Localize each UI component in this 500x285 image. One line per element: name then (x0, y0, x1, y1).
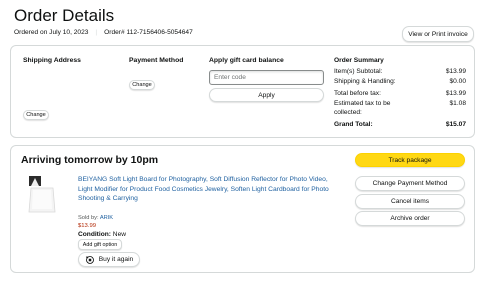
product-image[interactable] (27, 176, 57, 216)
refresh-icon (85, 255, 94, 264)
summary-label: Estimated tax to be collected: (334, 99, 391, 117)
summary-value: $13.99 (445, 90, 466, 97)
summary-label: Item(s) Subtotal: (334, 68, 383, 75)
gift-code-input[interactable] (209, 70, 324, 85)
shipping-address-heading: Shipping Address (23, 57, 81, 64)
sold-by: Sold by: ARIK (78, 215, 113, 221)
meta-divider: | (95, 29, 98, 36)
grand-total-value: $15.07 (445, 120, 466, 128)
summary-row: Estimated tax to be collected: $1.08 (334, 99, 466, 118)
grand-total-row: Grand Total: $15.07 (334, 120, 466, 130)
summary-value: $13.99 (445, 68, 466, 75)
summary-label: Total before tax: (334, 90, 381, 97)
order-info-card: Shipping Address Change Payment Method C… (10, 45, 475, 138)
item-price: $13.99 (78, 223, 97, 229)
order-number: Order# 112-7156406-5054647 (104, 29, 193, 36)
gift-card-heading: Apply gift card balance (209, 57, 284, 64)
order-summary: Order Summary Item(s) Subtotal: $13.99 S… (334, 57, 466, 129)
product-title-link[interactable]: BEIYANG Soft Light Board for Photography… (78, 175, 338, 204)
summary-row: Item(s) Subtotal: $13.99 (334, 67, 466, 77)
order-summary-heading: Order Summary (334, 57, 384, 64)
payment-change-button[interactable]: Change (129, 80, 155, 90)
order-meta: Ordered on July 10, 2023 | Order# 112-71… (14, 29, 193, 36)
track-package-button[interactable]: Track package (355, 153, 465, 167)
page-title: Order Details (14, 6, 115, 25)
shipping-change-button[interactable]: Change (23, 110, 49, 120)
archive-order-button[interactable]: Archive order (355, 211, 465, 226)
change-payment-button[interactable]: Change Payment Method (355, 176, 465, 191)
summary-row: Total before tax: $13.99 (334, 89, 466, 99)
buy-again-button[interactable]: Buy it again (78, 252, 140, 267)
buy-again-label: Buy it again (98, 256, 134, 263)
cancel-items-button[interactable]: Cancel items (355, 194, 465, 209)
item-condition: Condition: New (78, 231, 126, 238)
shipment-card: Arriving tomorrow by 10pm BEIYANG Soft L… (10, 145, 475, 273)
view-invoice-button[interactable]: View or Print invoice (402, 26, 474, 42)
summary-row: Shipping & Handling: $0.00 (334, 77, 466, 87)
apply-gift-button[interactable]: Apply (209, 88, 324, 102)
grand-total-label: Grand Total: (334, 120, 373, 128)
delivery-status: Arriving tomorrow by 10pm (21, 154, 159, 166)
condition-label: Condition: (78, 231, 111, 238)
seller-link[interactable]: ARIK (100, 215, 113, 221)
add-gift-option-button[interactable]: Add gift option (78, 239, 122, 250)
summary-value: $1.08 (449, 99, 466, 107)
summary-label: Shipping & Handling: (334, 77, 396, 85)
condition-value: New (110, 231, 126, 238)
sold-by-label: Sold by: (78, 215, 100, 221)
summary-value: $0.00 (449, 77, 466, 85)
ordered-date: Ordered on July 10, 2023 (14, 29, 89, 36)
payment-method-heading: Payment Method (129, 57, 184, 64)
